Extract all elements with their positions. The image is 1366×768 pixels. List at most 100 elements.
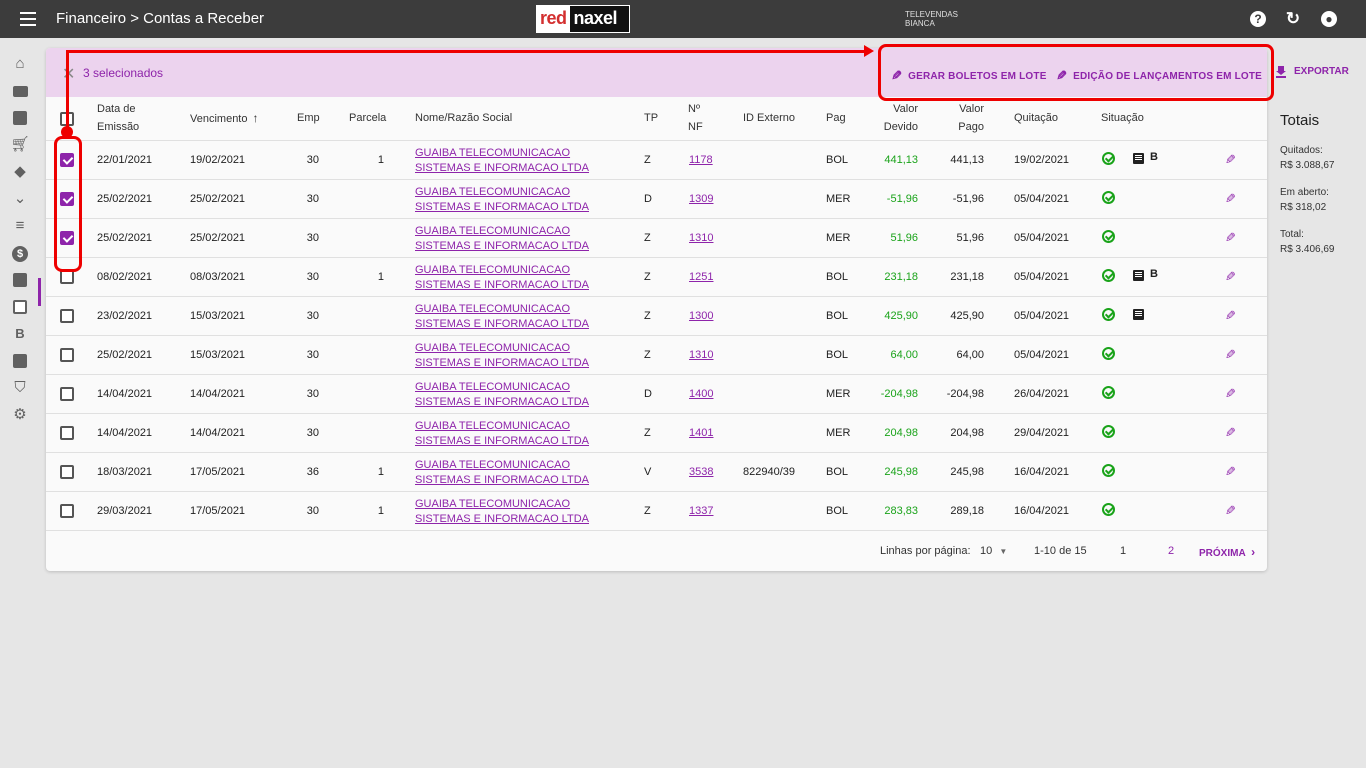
table-row[interactable]: 08/02/2021 08/03/2021 30 1 Z BOL 231,18 231,18 0… [46, 258, 1267, 297]
rows-per-page-value: 10 [980, 545, 993, 557]
cell-nome-link[interactable]: GUAIBA TELECOMUNICACAO SISTEMAS E INFORM… [415, 497, 615, 527]
row-checkbox[interactable] [60, 348, 74, 362]
edit-pencil-icon[interactable]: ✎ [1225, 503, 1236, 519]
col-emissao-line1: Data de [97, 103, 136, 115]
table-row[interactable]: 18/03/2021 17/05/2021 36 1 V 822940/39 BOL 245,… [46, 453, 1267, 492]
row-checkbox[interactable] [60, 504, 74, 518]
cell-nf-link[interactable]: 1337 [689, 505, 713, 517]
letter-b-icon[interactable]: B [10, 324, 30, 344]
col-emissao[interactable]: Data de Emissão [97, 100, 139, 136]
row-checkbox[interactable] [60, 426, 74, 440]
col-nome[interactable]: Nome/Razão Social [415, 109, 512, 127]
col-id-externo[interactable]: ID Externo [743, 109, 795, 127]
page-2-button[interactable]: 2 [1168, 545, 1174, 557]
table-row[interactable]: 22/01/2021 19/02/2021 30 1 Z BOL 441,13 441,13 1… [46, 141, 1267, 180]
table-row[interactable]: 29/03/2021 17/05/2021 30 1 Z BOL 283,83 289,18 1… [46, 492, 1267, 531]
export-button[interactable]: EXPORTAR [1276, 66, 1349, 78]
edit-pencil-icon[interactable]: ✎ [1225, 464, 1236, 480]
cell-nome-link[interactable]: GUAIBA TELECOMUNICACAO SISTEMAS E INFORM… [415, 185, 615, 215]
help-circle-icon[interactable]: ? [1250, 11, 1266, 27]
row-checkbox[interactable] [60, 309, 74, 323]
chevron-down-icon[interactable]: ⌄ [10, 189, 30, 209]
table-row[interactable]: 25/02/2021 25/02/2021 30 D MER -51,96 -51,96 05… [46, 180, 1267, 219]
col-pag[interactable]: Pag [826, 109, 846, 127]
document-icon[interactable] [1133, 309, 1144, 320]
cell-nf-link[interactable]: 1400 [689, 388, 713, 400]
cell-nome-link[interactable]: GUAIBA TELECOMUNICACAO SISTEMAS E INFORM… [415, 458, 615, 488]
refresh-icon[interactable]: ↻ [1285, 10, 1301, 27]
cell-nome-link[interactable]: GUAIBA TELECOMUNICACAO SISTEMAS E INFORM… [415, 380, 615, 410]
cell-emissao: 23/02/2021 [97, 310, 153, 322]
table-row[interactable]: 14/04/2021 14/04/2021 30 Z MER 204,98 204,98 29… [46, 414, 1267, 453]
col-valor-devido[interactable]: Valor Devido [878, 100, 918, 136]
cell-devido: -204,98 [880, 388, 918, 400]
settings-icon[interactable]: ⚙ [10, 405, 30, 425]
cell-parcela: 1 [377, 466, 384, 478]
cell-nome-link[interactable]: GUAIBA TELECOMUNICACAO SISTEMAS E INFORM… [415, 224, 615, 254]
edit-pencil-icon[interactable]: ✎ [1225, 269, 1236, 285]
edit-pencil-icon[interactable]: ✎ [1225, 230, 1236, 246]
edit-pencil-icon[interactable]: ✎ [1225, 425, 1236, 441]
shield-icon[interactable]: ⛉ [10, 378, 30, 398]
cell-nf-link[interactable]: 1251 [689, 271, 713, 283]
image-multiple-icon[interactable] [10, 351, 30, 371]
receipt-icon[interactable] [10, 297, 30, 317]
col-emp[interactable]: Emp [297, 109, 320, 127]
home-icon[interactable]: ⌂ [10, 54, 30, 74]
row-checkbox[interactable] [60, 465, 74, 479]
cell-nf-link[interactable]: 1310 [689, 232, 713, 244]
selection-count: 3 selecionados [83, 66, 164, 80]
next-page-button[interactable]: PRÓXIMA › [1199, 545, 1255, 559]
arrow-up-icon: ↑ [252, 111, 259, 125]
table-row[interactable]: 14/04/2021 14/04/2021 30 D MER -204,98 -204,98… [46, 375, 1267, 414]
col-tp[interactable]: TP [644, 109, 658, 127]
briefcase-play-icon[interactable] [10, 108, 30, 128]
col-vencimento[interactable]: Vencimento ↑ [190, 109, 259, 128]
cart-icon[interactable]: 🛒︎ [10, 135, 30, 155]
cell-nome-link[interactable]: GUAIBA TELECOMUNICACAO SISTEMAS E INFORM… [415, 263, 615, 293]
folder-icon[interactable] [10, 81, 30, 101]
row-checkbox[interactable] [60, 387, 74, 401]
rows-per-page-select[interactable]: 10 ▼ [980, 545, 1007, 557]
edit-pencil-icon[interactable]: ✎ [1225, 386, 1236, 402]
cell-nome-link[interactable]: GUAIBA TELECOMUNICACAO SISTEMAS E INFORM… [415, 302, 615, 332]
cell-nome-link[interactable]: GUAIBA TELECOMUNICACAO SISTEMAS E INFORM… [415, 419, 615, 449]
quitados-value: R$ 3.088,67 [1280, 160, 1335, 171]
col-nf[interactable]: Nº NF [688, 100, 703, 136]
account-circle-icon[interactable]: ● [1321, 11, 1337, 27]
table-row[interactable]: 25/02/2021 15/03/2021 30 Z BOL 64,00 64,00 05/0… [46, 336, 1267, 375]
boleto-b-icon[interactable]: B [1150, 151, 1158, 163]
cell-nf-link[interactable]: 1178 [689, 154, 713, 166]
col-valor-pago[interactable]: Valor Pago [944, 100, 984, 136]
cell-nome-link[interactable]: GUAIBA TELECOMUNICACAO SISTEMAS E INFORM… [415, 146, 615, 176]
badge-account-icon[interactable] [10, 270, 30, 290]
cell-tp: Z [644, 349, 651, 361]
edit-pencil-icon[interactable]: ✎ [1225, 347, 1236, 363]
annotation-connector-vertical [66, 51, 69, 131]
tag-icon[interactable]: ◆ [10, 162, 30, 182]
col-quitacao[interactable]: Quitação [1014, 109, 1058, 127]
boleto-b-icon[interactable]: B [1150, 268, 1158, 280]
cell-nf-link[interactable]: 1401 [689, 427, 713, 439]
page-1-button[interactable]: 1 [1120, 545, 1126, 557]
edit-pencil-icon[interactable]: ✎ [1225, 191, 1236, 207]
edit-pencil-icon[interactable]: ✎ [1225, 152, 1236, 168]
cell-nf-link[interactable]: 1310 [689, 349, 713, 361]
col-situacao[interactable]: Situação [1101, 109, 1144, 127]
playlist-check-icon[interactable]: ≡ [10, 216, 30, 236]
cell-emp: 30 [306, 388, 319, 400]
table-row[interactable]: 25/02/2021 25/02/2021 30 Z MER 51,96 51,96 05/0… [46, 219, 1267, 258]
cell-nf-link[interactable]: 1300 [689, 310, 713, 322]
document-icon[interactable] [1133, 153, 1144, 164]
col-devido-line1: Valor [893, 103, 918, 115]
edit-pencil-icon[interactable]: ✎ [1225, 308, 1236, 324]
col-parcela[interactable]: Parcela [349, 109, 386, 127]
cell-nf-link[interactable]: 1309 [689, 193, 713, 205]
row-checkbox[interactable] [60, 270, 74, 284]
cell-nf-link[interactable]: 3538 [689, 466, 713, 478]
table-row[interactable]: 23/02/2021 15/03/2021 30 Z BOL 425,90 425,90 05… [46, 297, 1267, 336]
cell-nome-link[interactable]: GUAIBA TELECOMUNICACAO SISTEMAS E INFORM… [415, 341, 615, 371]
currency-icon[interactable]: $ [10, 243, 30, 263]
document-icon[interactable] [1133, 270, 1144, 281]
menu-icon[interactable] [20, 12, 36, 26]
